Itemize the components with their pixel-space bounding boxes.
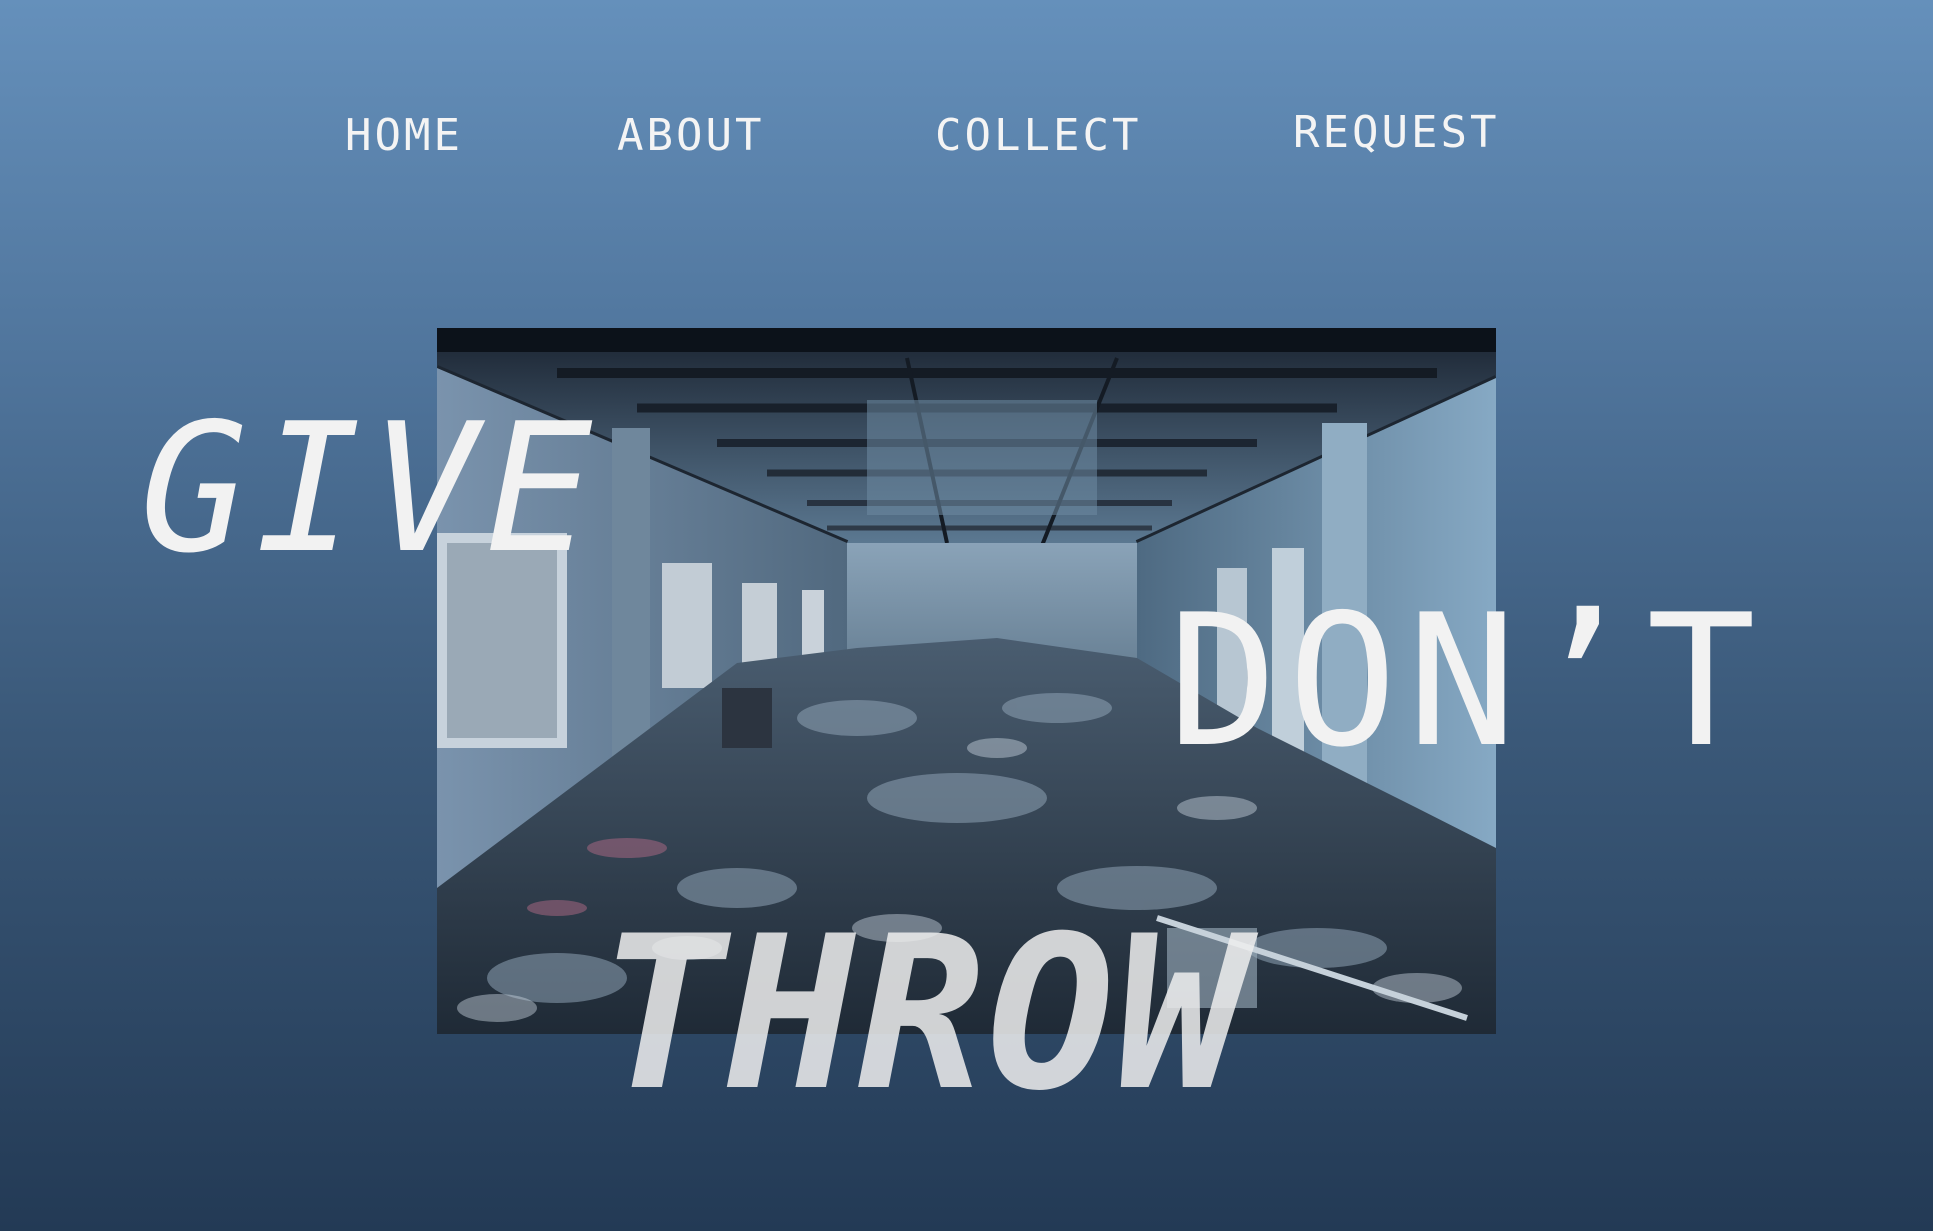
hero-word-give: GIVE [140,385,601,592]
nav-link-home[interactable]: HOME [345,110,463,161]
nav-link-collect[interactable]: COLLECT [935,110,1141,161]
main-navigation: HOME ABOUT COLLECT REQUEST [0,0,1933,200]
hero-word-throw: THROW [598,890,1247,1137]
nav-link-request[interactable]: REQUEST [1293,107,1499,158]
nav-link-about[interactable]: ABOUT [617,110,764,161]
hero-word-dont: DON’T [1168,575,1766,787]
